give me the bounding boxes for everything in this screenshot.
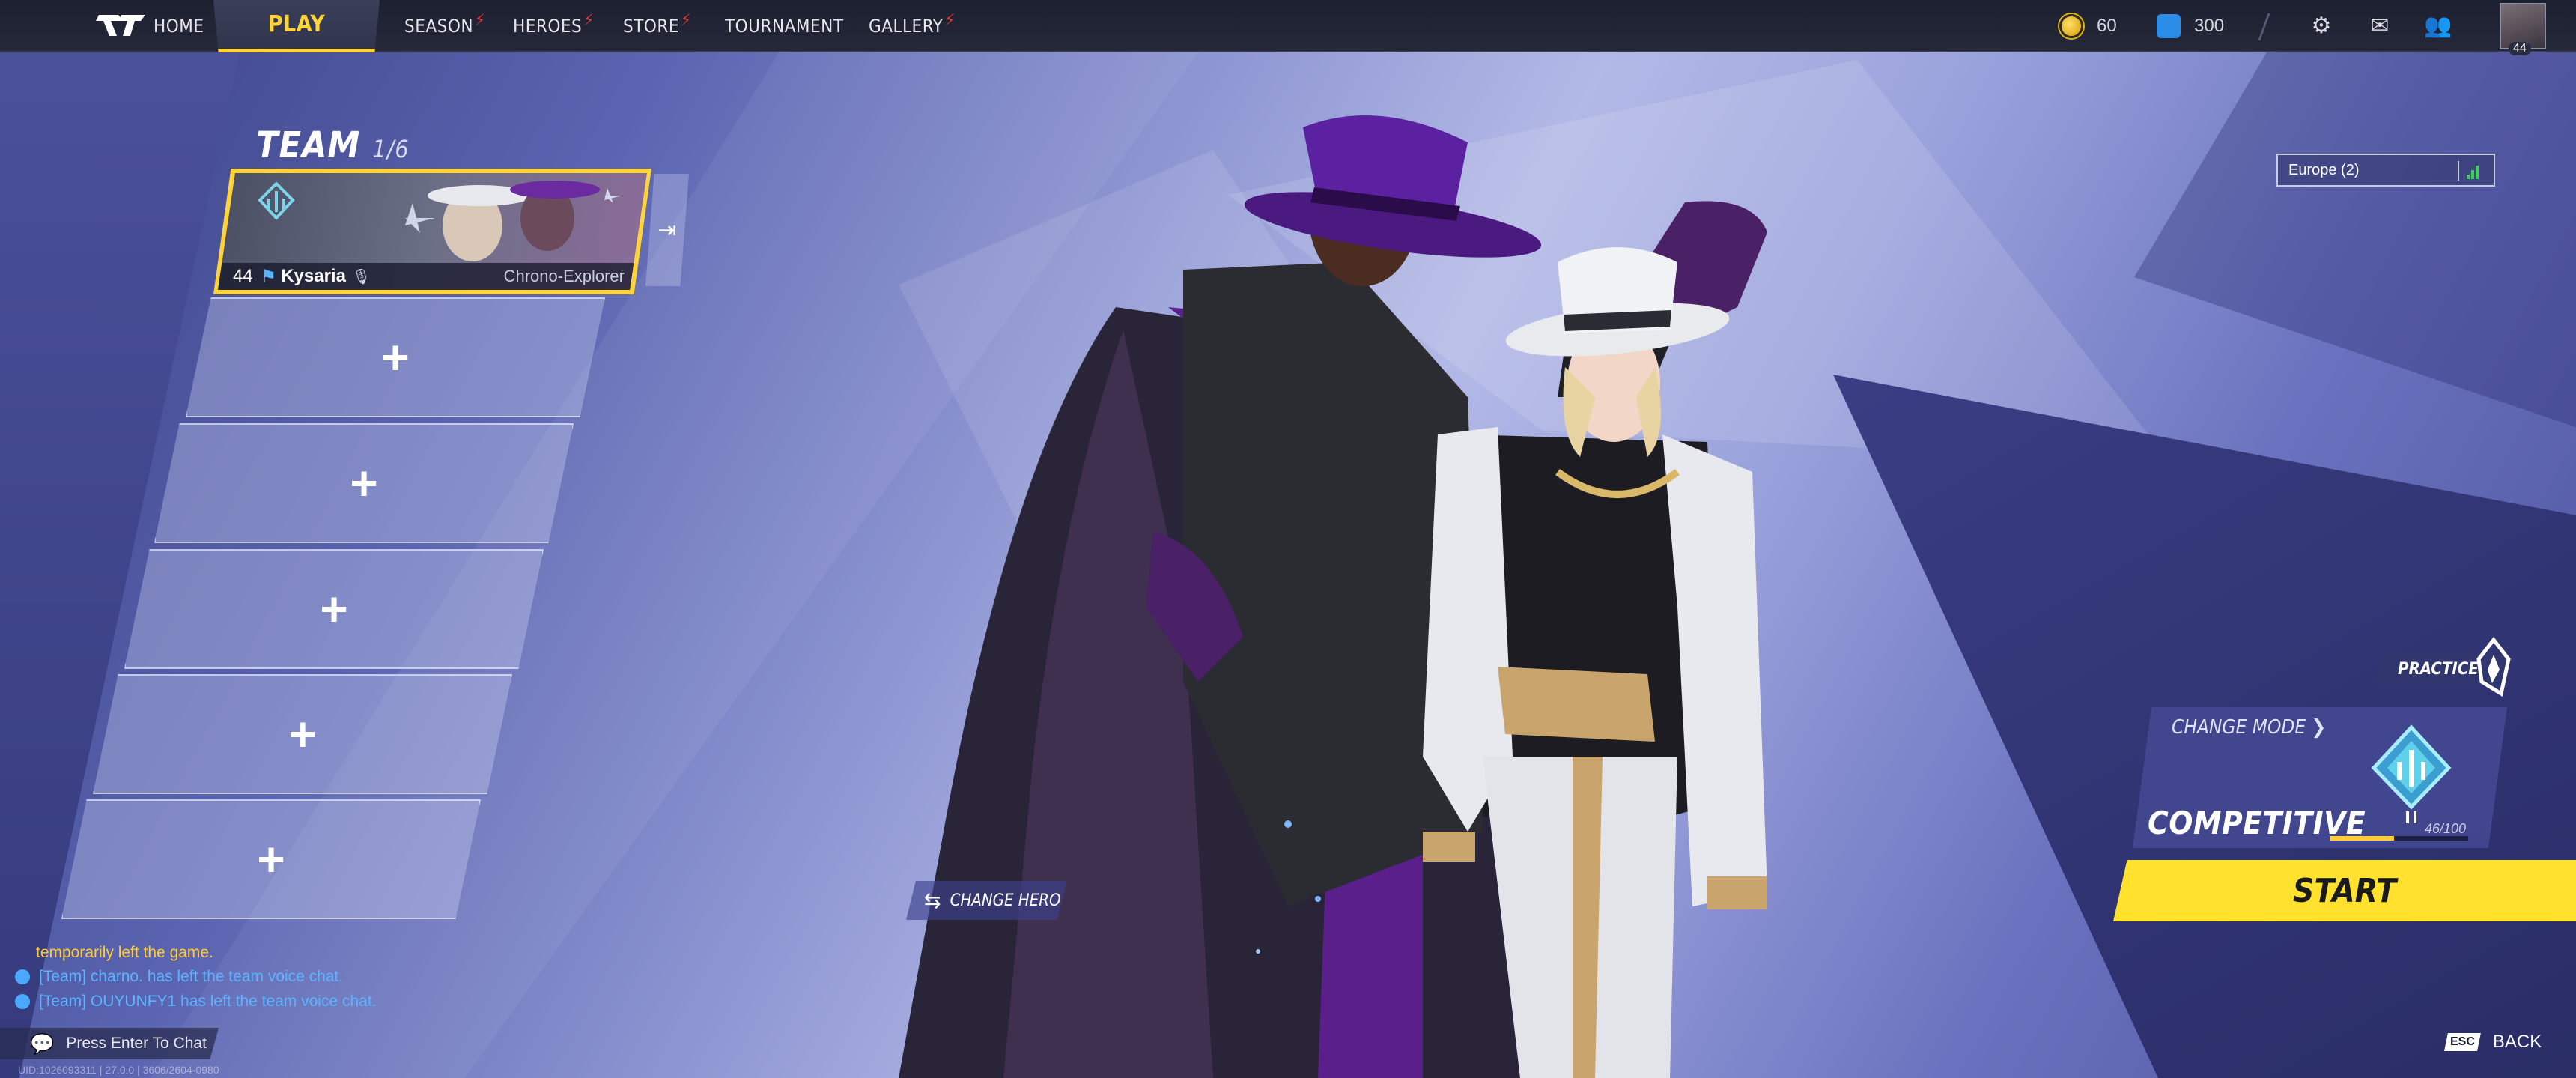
nav-home[interactable]: HOME [154,0,204,52]
practice-flame-icon[interactable] [2471,637,2516,697]
chat-message: temporarily left the game. [36,944,213,962]
nav-season-label: SEASON [404,16,473,37]
start-label: START [2292,871,2397,910]
empty-team-slot[interactable]: + [154,423,574,543]
gold-amount: 60 [2097,16,2117,36]
team-title: TEAM 1/6 [256,124,410,166]
gear-icon[interactable]: ⚙ [2306,10,2336,40]
voice-icon [15,969,30,984]
nav-play-label: PLAY [267,11,326,37]
units-icon [2157,14,2181,38]
change-hero-label: CHANGE HERO [950,891,1061,910]
voice-icon [15,994,30,1009]
rank-progress-bar [2330,836,2468,841]
gold-currency[interactable]: 60 [2059,0,2117,52]
nav-gallery-label: GALLERY [869,16,944,37]
nav-tournament[interactable]: TOURNAMENT [725,0,844,52]
bg-shard [2134,52,2576,427]
player-card-banner: 44 ⚑ Kysaria 🎙 Chrono-Explorer [218,173,647,290]
chat-message: [Team] OUYUNFY1 has left the team voice … [15,993,377,1011]
avatar-level-badge: 44 [2509,42,2531,55]
chat-message: [Team] charno. has left the team voice c… [15,968,343,986]
friends-icon[interactable]: 👥 [2423,10,2453,40]
change-mode-label: CHANGE MODE [2172,716,2306,739]
mail-icon[interactable]: ✉ [2365,10,2395,40]
change-hero-button[interactable]: ⇆ CHANGE HERO [906,881,1067,920]
nav-heroes[interactable]: HEROES ⚡ [513,0,595,52]
chat-bubble-icon: 💬 [30,1032,55,1055]
nav-divider [2258,13,2270,40]
competitive-rank-icon [2371,724,2452,823]
empty-team-slot[interactable]: + [124,549,544,669]
chat-message-text: temporarily left the game. [36,944,213,961]
nav-play[interactable]: PLAY [213,0,380,52]
gold-coin-icon [2059,14,2083,38]
server-selector[interactable]: Europe (2) [2276,154,2495,187]
team-count: 1/6 [372,135,410,163]
chat-input-label: Press Enter To Chat [66,1035,207,1052]
nav-gallery[interactable]: GALLERY ⚡ [869,0,956,52]
nav-tournament-label: TOURNAMENT [725,16,844,37]
change-mode-button[interactable]: CHANGE MODE ❯ [2172,716,2326,739]
start-button[interactable]: START [2113,860,2576,921]
player-name-bar: 44 ⚑ Kysaria 🎙 Chrono-Explorer [218,263,647,290]
signal-strength-icon [2467,163,2483,179]
chat-message-text: [Team] OUYUNFY1 has left the team voice … [39,993,377,1010]
plus-icon: + [381,330,410,384]
units-amount: 300 [2194,16,2225,36]
back-button[interactable]: ESC BACK [2444,1032,2542,1053]
esc-key-hint: ESC [2444,1033,2481,1051]
chat-input-prompt[interactable]: 💬 Press Enter To Chat [0,1028,219,1059]
plus-icon: + [350,456,378,510]
nav-home-label: HOME [154,16,204,37]
units-currency[interactable]: 300 [2157,0,2224,52]
plus-icon: + [288,707,317,761]
top-navigation-bar: HOME PLAY SEASON ⚡ HEROES ⚡ STORE ⚡ TOURNAM… [0,0,2576,55]
player-level: 44 [233,266,253,286]
player-title: Chrono-Explorer [503,267,625,285]
empty-team-slot[interactable]: + [61,799,481,919]
player-card[interactable]: 44 ⚑ Kysaria 🎙 Chrono-Explorer [213,169,651,294]
notification-bolt-icon: ⚡ [583,10,595,30]
swap-icon: ⇆ [924,887,941,914]
nav-season[interactable]: SEASON ⚡ [404,0,485,52]
server-divider [2458,161,2459,181]
rank-progress-fill [2330,836,2394,841]
uid-version-text: UID:1026093311 | 27.0.0 | 3606/2604-0980 [18,1064,219,1076]
hero-illustration [899,115,1767,1078]
plus-icon: + [320,582,348,636]
player-name: Kysaria [281,266,346,286]
server-label: Europe (2) [2288,161,2360,178]
empty-team-slot[interactable]: + [186,297,605,417]
flag-icon: ⚑ [260,266,277,287]
empty-team-slot[interactable]: + [93,674,512,794]
notification-bolt-icon: ⚡ [474,10,486,30]
microphone-icon: 🎙 [351,268,371,285]
rank-progress-text: 46/100 [2425,821,2467,836]
practice-label: PRACTICE [2398,659,2479,679]
nav-heroes-label: HEROES [513,16,583,37]
nav-store-label: STORE [623,16,680,37]
team-title-label: TEAM [256,124,361,166]
hero-portrait [899,82,1910,1078]
notification-bolt-icon: ⚡ [681,10,692,30]
nav-store[interactable]: STORE ⚡ [623,0,691,52]
chat-message-text: [Team] charno. has left the team voice c… [39,968,344,985]
game-logo-icon[interactable] [96,10,148,40]
notification-bolt-icon: ⚡ [944,10,956,30]
plus-icon: + [257,832,285,886]
back-label: BACK [2492,1032,2542,1052]
